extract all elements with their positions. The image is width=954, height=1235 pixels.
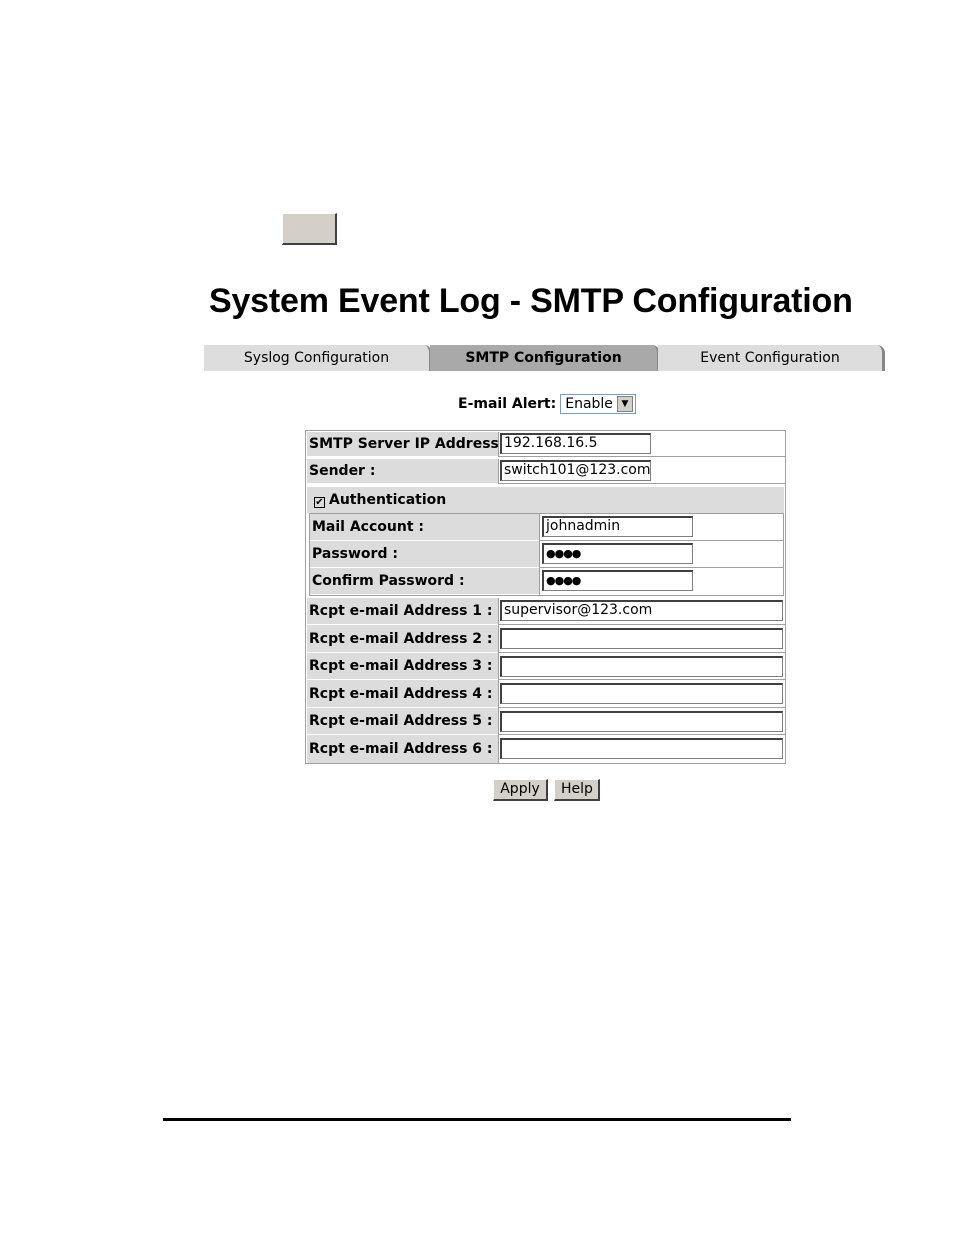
authentication-checkbox[interactable]: ✔ [314,497,325,508]
rcpt-1-input[interactable]: supervisor@123.com [500,600,783,621]
apply-button[interactable]: Apply [493,779,548,801]
rcpt-1-cell: supervisor@123.com [498,598,785,625]
rcpt-5-cell [498,708,785,735]
form-buttons: Apply Help [493,779,600,801]
rcpt-2-input[interactable] [500,628,783,649]
page-title: System Event Log - SMTP Configuration [209,282,853,320]
tab-bar: Syslog Configuration SMTP Configuration … [204,345,885,371]
tab-smtp-configuration[interactable]: SMTP Configuration [430,345,660,371]
smtp-form-table: SMTP Server IP Address : 192.168.16.5 Se… [305,430,786,764]
mail-account-cell: johnadmin [539,514,783,541]
sender-label: Sender : [307,459,498,484]
email-alert-label: E-mail Alert: [458,396,557,412]
password-input[interactable]: ●●●● [542,543,693,564]
sender-input[interactable]: switch101@123.com [500,460,651,481]
confirm-password-input[interactable]: ●●●● [542,570,693,591]
password-label: Password : [310,541,539,568]
rcpt-2-label: Rcpt e-mail Address 2 : [307,625,498,653]
authentication-label: Authentication [329,492,447,508]
help-button[interactable]: Help [554,779,600,801]
confirm-password-label: Confirm Password : [310,568,539,595]
confirm-password-cell: ●●●● [539,568,783,595]
rcpt-3-label: Rcpt e-mail Address 3 : [307,653,498,680]
rcpt-6-cell [498,735,785,763]
rcpt-3-input[interactable] [500,656,783,677]
blank-button[interactable] [282,213,337,245]
rcpt-5-input[interactable] [500,711,783,732]
rcpt-5-label: Rcpt e-mail Address 5 : [307,708,498,735]
password-cell: ●●●● [539,541,783,568]
smtp-server-label: SMTP Server IP Address : [307,432,509,457]
rcpt-1-label: Rcpt e-mail Address 1 : [307,598,498,625]
sender-cell: switch101@123.com [498,459,785,484]
authentication-group: Mail Account : johnadmin Password : ●●●●… [309,513,784,596]
rcpt-6-input[interactable] [500,738,783,759]
smtp-server-input[interactable]: 192.168.16.5 [500,433,651,454]
mail-account-input[interactable]: johnadmin [542,516,693,537]
rcpt-3-cell [498,653,785,680]
authentication-row: ✔ Authentication [307,487,784,513]
tab-syslog-configuration[interactable]: Syslog Configuration [204,345,432,371]
rcpt-2-cell [498,625,785,653]
mail-account-label: Mail Account : [310,514,539,541]
email-alert-select[interactable]: Enable ▼ [560,394,636,414]
tab-event-configuration[interactable]: Event Configuration [658,345,885,371]
rcpt-4-input[interactable] [500,683,783,704]
smtp-server-cell: 192.168.16.5 [498,432,785,457]
chevron-down-icon[interactable]: ▼ [616,396,633,412]
email-alert-row: E-mail Alert: Enable ▼ [458,393,636,415]
footer-divider [163,1118,791,1121]
rcpt-6-label: Rcpt e-mail Address 6 : [307,735,498,763]
rcpt-4-cell [498,680,785,708]
rcpt-4-label: Rcpt e-mail Address 4 : [307,680,498,708]
email-alert-selected-value: Enable [565,396,613,412]
